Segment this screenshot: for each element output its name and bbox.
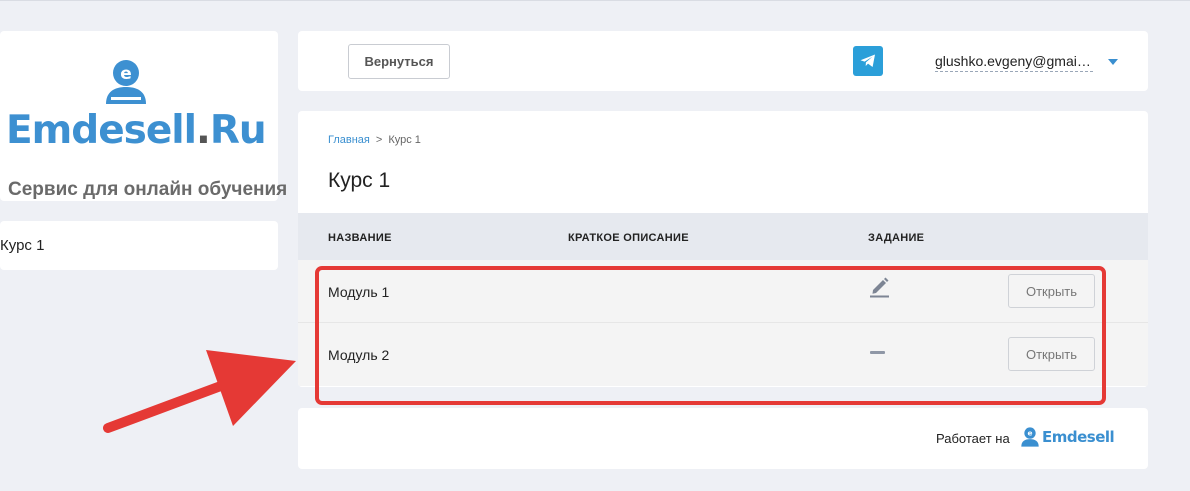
svg-text:e: e xyxy=(120,64,132,84)
module-name: Модуль 2 xyxy=(328,347,390,363)
top-divider xyxy=(0,0,1190,1)
user-logo-icon: e xyxy=(106,60,146,104)
column-header-description: КРАТКОЕ ОПИСАНИЕ xyxy=(568,232,689,244)
telegram-icon xyxy=(860,54,875,67)
column-header-task: ЗАДАНИЕ xyxy=(868,232,925,244)
sidebar-item-course-1[interactable]: Курс 1 xyxy=(0,237,44,254)
footer-brand: Emdesell xyxy=(1042,428,1115,446)
header-bar: Вернуться glushko.evgeny@gmail.com xyxy=(298,31,1148,91)
page-title: Курс 1 xyxy=(328,169,391,192)
svg-text:e: e xyxy=(1027,429,1032,438)
logo-wordmark: Emdesell.Ru xyxy=(6,108,267,153)
telegram-button[interactable] xyxy=(853,46,883,76)
dash-icon xyxy=(870,351,885,354)
breadcrumb-current: Курс 1 xyxy=(388,134,421,146)
column-header-name: НАЗВАНИЕ xyxy=(328,232,392,244)
user-menu-email[interactable]: glushko.evgeny@gmail.com xyxy=(935,53,1093,72)
logo-card[interactable]: e Emdesell.Ru Сервис для онлайн обучения xyxy=(0,31,287,201)
breadcrumb-separator: > xyxy=(375,134,383,146)
open-module-button[interactable]: Открыть xyxy=(1008,337,1095,371)
table-row: Модуль 2 Открыть xyxy=(298,323,1148,386)
module-name: Модуль 1 xyxy=(328,284,390,300)
user-logo-icon: e xyxy=(1021,427,1039,447)
table-row: Модуль 1 Открыть xyxy=(298,260,1148,323)
open-module-button[interactable]: Открыть xyxy=(1008,274,1095,308)
chevron-down-icon[interactable] xyxy=(1108,59,1118,65)
footer: Работает на e Emdesell xyxy=(298,408,1148,469)
pencil-icon[interactable] xyxy=(870,276,890,298)
sidebar-nav: Курс 1 xyxy=(0,221,278,270)
course-panel: Главная > Курс 1 Курс 1 НАЗВАНИЕ КРАТКОЕ О… xyxy=(298,111,1148,387)
breadcrumb: Главная > Курс 1 xyxy=(328,134,421,146)
table-header: НАЗВАНИЕ КРАТКОЕ ОПИСАНИЕ ЗАДАНИЕ xyxy=(298,213,1148,260)
breadcrumb-home-link[interactable]: Главная xyxy=(328,134,370,146)
footer-logo[interactable]: e Emdesell xyxy=(1020,427,1115,447)
logo-tagline: Сервис для онлайн обучения xyxy=(8,179,288,200)
back-button[interactable]: Вернуться xyxy=(348,44,450,79)
powered-by-label: Работает на xyxy=(936,431,1010,446)
